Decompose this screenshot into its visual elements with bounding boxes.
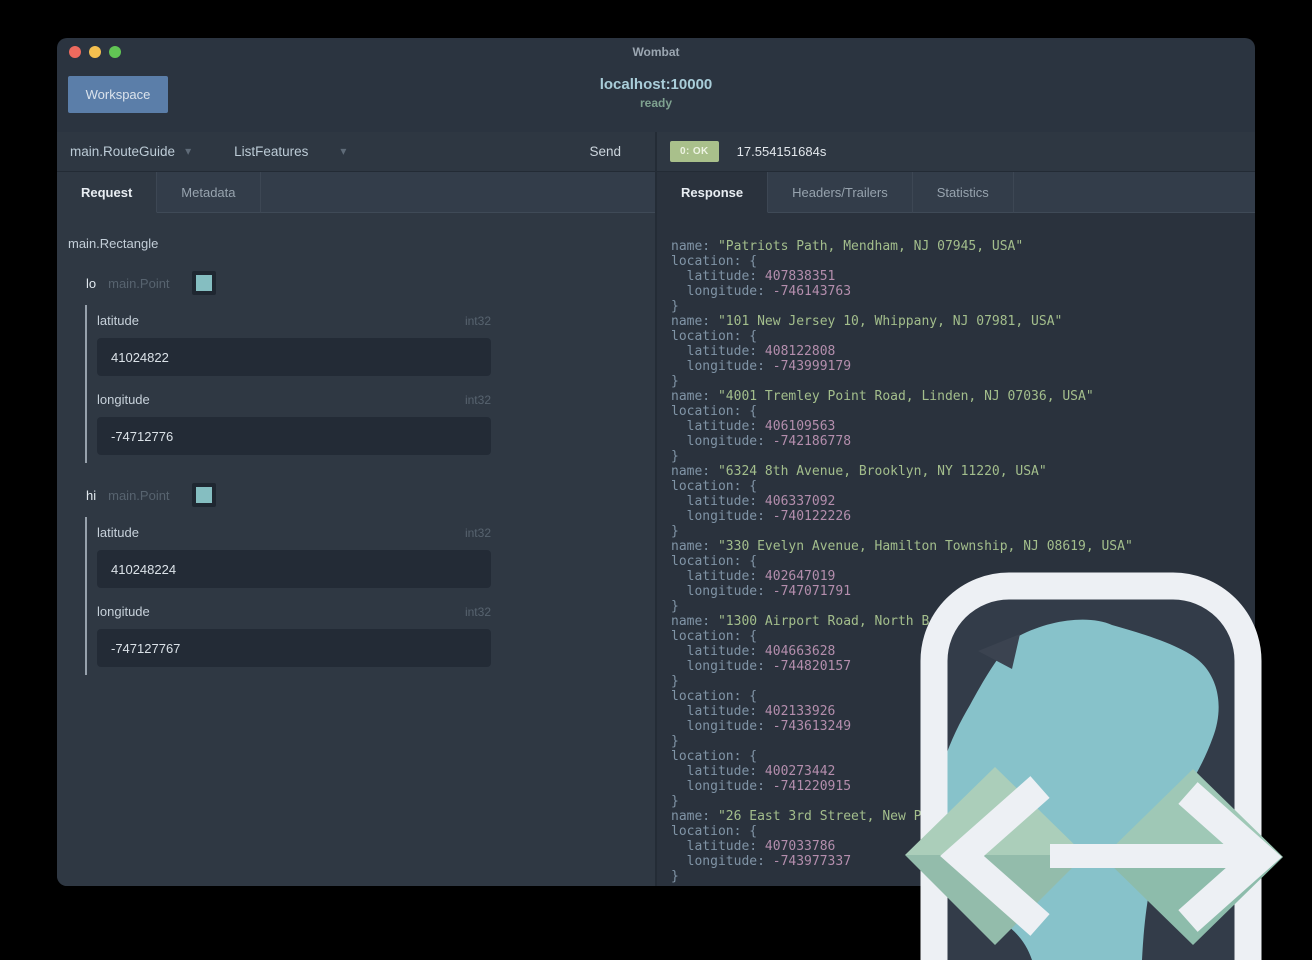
service-select[interactable]: main.RouteGuide ▾	[70, 144, 191, 159]
field-group-hi: hi main.Point latitude int32 410248224 l…	[57, 483, 655, 675]
field-label: longitude	[97, 604, 150, 619]
group-header: lo main.Point	[86, 271, 655, 295]
chevron-down-icon: ▾	[185, 143, 192, 158]
method-select-value: ListFeatures	[234, 144, 309, 159]
response-line: name: "330 Evelyn Avenue, Hamilton Towns…	[671, 539, 1133, 554]
checkbox-check-icon	[195, 275, 212, 291]
response-line: }	[671, 524, 679, 539]
response-line: longitude: -742186778	[671, 434, 852, 449]
tab-request[interactable]: Request	[57, 172, 158, 213]
field-label: latitude	[97, 313, 139, 328]
latitude-input[interactable]	[97, 338, 491, 376]
field-type-label: int32	[464, 605, 491, 619]
response-line: longitude: -740122226	[671, 509, 852, 524]
response-line: }	[671, 449, 679, 464]
longitude-input[interactable]	[97, 629, 491, 667]
field-type-label: int32	[464, 393, 491, 407]
field-label: longitude	[97, 392, 150, 407]
zoom-button[interactable]	[109, 46, 121, 58]
tab-strip-filler	[1013, 172, 1255, 213]
latitude-input[interactable]	[97, 550, 491, 588]
wombat-logo	[905, 572, 1283, 960]
message-type-label: main.Rectangle	[68, 236, 159, 251]
field-longitude: longitude int32	[97, 392, 491, 455]
title-bar: Wombat	[57, 38, 1255, 66]
tab-headers-trailers[interactable]: Headers/Trailers	[768, 172, 913, 213]
service-select-value: main.RouteGuide	[70, 144, 176, 159]
group-body: latitude int32 longitude int32	[85, 517, 491, 675]
tab-statistics[interactable]: Statistics	[912, 172, 1014, 213]
field-group-lo: lo main.Point latitude int32 41024822 lo…	[57, 271, 655, 463]
connection-state: ready	[639, 96, 673, 110]
response-line: latitude: 406109563	[671, 419, 836, 434]
response-line: latitude: 408122808	[671, 344, 836, 359]
request-tab-strip: Request Metadata	[57, 172, 655, 213]
response-toolbar: 0: OK 17.554151684s	[657, 132, 1255, 172]
app-header: Workspace localhost:10000 ready	[57, 66, 1255, 132]
duration-label: 17.554151684s	[736, 144, 827, 159]
checkbox-check-icon	[195, 487, 212, 503]
chevron-down-icon: ▾	[340, 143, 347, 158]
field-type-label: int32	[464, 526, 491, 540]
minimize-button[interactable]	[89, 46, 101, 58]
group-name-label: hi	[86, 487, 97, 503]
send-button[interactable]: Send	[589, 144, 621, 159]
response-line: name: "4001 Tremley Point Road, Linden, …	[671, 389, 1094, 404]
desktop: { "window": { "title": "Wombat" }, "head…	[0, 0, 1312, 960]
point-checkbox[interactable]	[191, 271, 216, 295]
response-line: longitude: -746143763	[671, 284, 852, 299]
server-address: localhost:10000	[599, 76, 713, 93]
field-latitude: latitude int32	[97, 313, 491, 376]
method-select[interactable]: ListFeatures ▾	[234, 144, 346, 159]
response-line: location: {	[671, 329, 758, 344]
response-line: location: {	[671, 254, 758, 269]
group-body: latitude int32 longitude int32	[85, 305, 491, 463]
request-pane: main.RouteGuide ▾ ListFeatures ▾ Send Re…	[57, 132, 655, 886]
group-header: hi main.Point	[86, 483, 655, 507]
response-line: name: "Patriots Path, Mendham, NJ 07945,…	[671, 239, 1024, 254]
response-line: longitude: -743999179	[671, 359, 852, 374]
traffic-lights	[69, 46, 121, 58]
request-toolbar: main.RouteGuide ▾ ListFeatures ▾ Send	[57, 132, 655, 172]
response-tab-strip: Response Headers/Trailers Statistics	[657, 172, 1255, 213]
field-label: latitude	[97, 525, 139, 540]
status-badge: 0: OK	[670, 141, 719, 162]
field-longitude: longitude int32	[97, 604, 491, 667]
group-name-label: lo	[86, 275, 97, 291]
tab-strip-filler	[260, 172, 655, 213]
window-title: Wombat	[632, 45, 680, 59]
response-line: location: {	[671, 479, 758, 494]
request-form: main.Rectangle lo main.Point latitude in…	[57, 213, 655, 886]
field-latitude: latitude int32	[97, 525, 491, 588]
connection-status: localhost:10000 ready	[57, 76, 1255, 110]
response-line: }	[671, 299, 679, 314]
response-line: name: "6324 8th Avenue, Brooklyn, NY 112…	[671, 464, 1047, 479]
group-type-label: main.Point	[108, 487, 170, 503]
point-checkbox[interactable]	[191, 483, 216, 507]
group-type-label: main.Point	[108, 275, 170, 291]
field-type-label: int32	[464, 314, 491, 328]
response-line: location: {	[671, 404, 758, 419]
close-button[interactable]	[69, 46, 81, 58]
response-line: latitude: 406337092	[671, 494, 836, 509]
response-line: latitude: 407838351	[671, 269, 836, 284]
longitude-input[interactable]	[97, 417, 491, 455]
tab-metadata[interactable]: Metadata	[157, 172, 261, 213]
tab-response[interactable]: Response	[657, 172, 769, 213]
response-line: }	[671, 374, 679, 389]
response-line: name: "101 New Jersey 10, Whippany, NJ 0…	[671, 314, 1063, 329]
